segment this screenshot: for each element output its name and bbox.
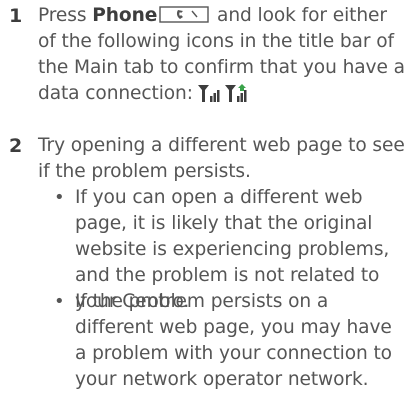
phone-key-icon bbox=[159, 6, 209, 24]
bullet-dot: • bbox=[54, 187, 65, 208]
step-text: Try opening a different web page to see … bbox=[38, 135, 405, 182]
help-document: 1 Press Phone and look for either of the… bbox=[0, 0, 412, 391]
step-number: 1 bbox=[9, 5, 23, 27]
bullet-dot: • bbox=[54, 291, 65, 312]
step-text-before: Press bbox=[38, 5, 93, 26]
data-signal-icon bbox=[197, 84, 220, 111]
step-text: Press Phone and look for either of the f… bbox=[38, 3, 410, 111]
data-signal-active-icon bbox=[224, 84, 249, 111]
phone-key-label: Phone bbox=[92, 5, 158, 26]
step-number: 2 bbox=[9, 135, 23, 157]
bullet-text: If the problem persists on a different w… bbox=[75, 291, 392, 390]
